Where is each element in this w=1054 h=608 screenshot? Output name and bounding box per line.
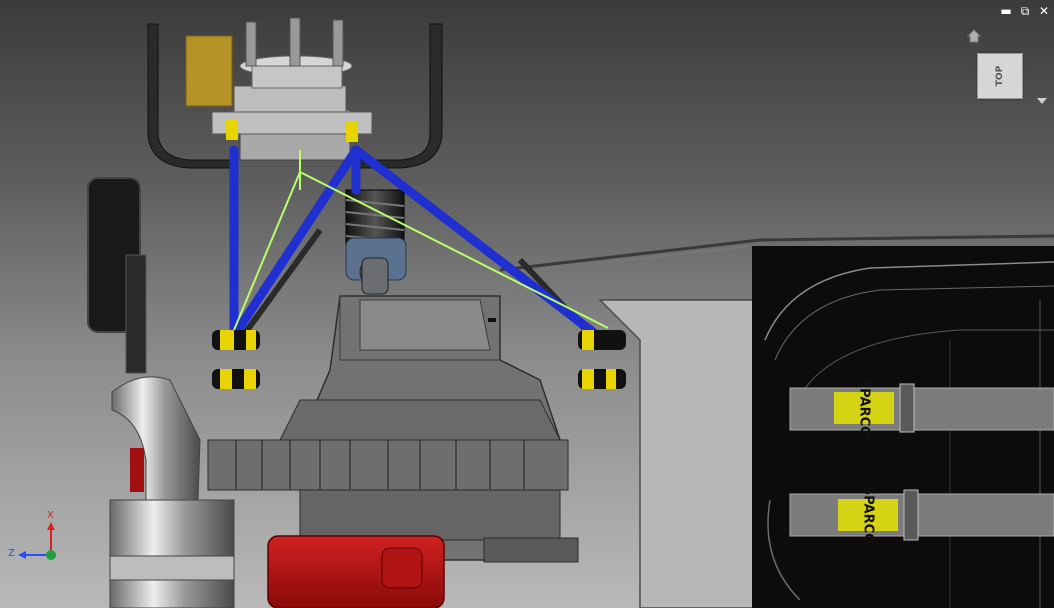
viewcube-menu-button[interactable]: [1036, 96, 1048, 106]
x-arrow-icon: [47, 522, 55, 530]
3d-viewport[interactable]: SPARCO SPARCO ▬ ⧉ ✕ TOP X Z: [0, 0, 1054, 608]
restore-icon: ⧉: [1020, 4, 1030, 18]
z-arrow-icon: [18, 551, 26, 559]
close-button[interactable]: ✕: [1036, 3, 1052, 19]
home-icon: [966, 29, 982, 43]
minimize-button[interactable]: ▬: [998, 3, 1014, 19]
belt-logo-upper: SPARCO: [857, 379, 872, 437]
restore-button[interactable]: ⧉: [1017, 3, 1033, 19]
y-axis-dot: [46, 550, 56, 560]
x-axis-label: X: [47, 510, 54, 521]
axis-triad: X Z: [8, 510, 68, 568]
transmission-housing: [207, 295, 579, 563]
z-axis-label: Z: [8, 548, 15, 559]
brake-caliper: [185, 35, 233, 107]
seat-panel: SPARCO SPARCO: [752, 246, 1054, 608]
cad-model-scene[interactable]: SPARCO SPARCO: [0, 0, 1054, 608]
home-view-button[interactable]: [965, 27, 983, 45]
chevron-down-icon: [1037, 98, 1047, 104]
red-tank: [267, 535, 445, 608]
upright-hub-assembly: [147, 17, 443, 169]
belt-logo-lower: SPARCO: [861, 486, 876, 544]
viewcube[interactable]: TOP: [977, 53, 1023, 99]
exhaust-pipe: [109, 376, 235, 608]
wheel-disc: [87, 177, 147, 374]
coilover-spring: [345, 189, 407, 295]
viewcube-face-label: TOP: [995, 65, 1005, 87]
minimize-icon: ▬: [1000, 4, 1012, 18]
close-icon: ✕: [1038, 4, 1050, 18]
